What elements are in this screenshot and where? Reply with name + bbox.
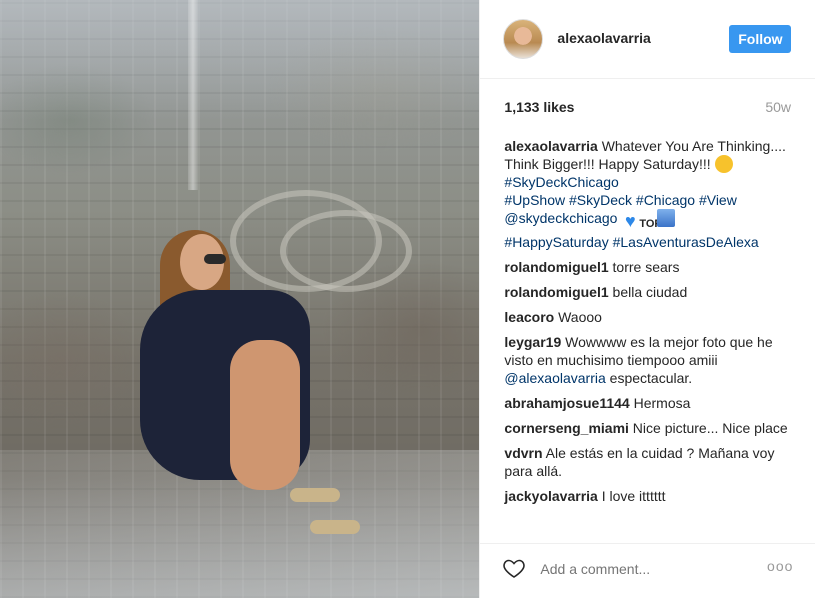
comment-text: Hermosa <box>633 395 691 411</box>
comment-item: rolandomiguel1 torre sears <box>504 258 796 276</box>
comment-bar: ooo <box>480 543 815 599</box>
more-options-icon[interactable]: ooo <box>767 558 793 574</box>
photo-haze <box>0 0 480 120</box>
comment-text: Waooo <box>558 309 602 325</box>
sandal <box>290 488 340 502</box>
person-legs <box>230 340 300 490</box>
comment-username[interactable]: rolandomiguel1 <box>504 259 608 275</box>
comment-username[interactable]: cornerseng_miami <box>504 420 629 436</box>
comment-text: Ale estás en la cuidad ? Mañana voy para… <box>504 445 775 479</box>
top-arrow-emoji-icon: TOP <box>639 218 662 230</box>
comment-item: jackyolavarria I love itttttt <box>504 487 796 505</box>
comment-username[interactable]: vdvrn <box>504 445 542 461</box>
post-username[interactable]: alexaolavarria <box>557 30 650 46</box>
blue-heart-emoji-icon: ♥ <box>625 211 636 231</box>
likes-count[interactable]: 1,133 likes <box>504 99 574 115</box>
post-header: alexaolavarria Follow <box>480 0 815 79</box>
post-sidebar: alexaolavarria Follow 1,133 likes 50w al… <box>479 0 815 598</box>
comment-item: leacoro Waooo <box>504 308 796 326</box>
caption-hashtags[interactable]: #HappySaturday #LasAventurasDeAlexa <box>504 234 758 250</box>
comment-item: cornerseng_miami Nice picture... Nice pl… <box>504 419 796 437</box>
cityscape-emoji-icon <box>657 209 676 227</box>
comment-item: abrahamjosue1144 Hermosa <box>504 394 796 412</box>
glass-edge <box>188 0 198 190</box>
add-comment-input[interactable] <box>538 558 763 580</box>
caption-username[interactable]: alexaolavarria <box>504 138 597 154</box>
comment-username[interactable]: jackyolavarria <box>504 488 597 504</box>
heart-outline-icon[interactable] <box>502 556 526 580</box>
comment-mention[interactable]: @alexaolavarria <box>504 370 605 386</box>
comment-username[interactable]: leacoro <box>504 309 554 325</box>
comments-list: alexaolavarria Whatever You Are Thinking… <box>504 137 796 512</box>
comment-item: vdvrn Ale estás en la cuidad ? Mañana vo… <box>504 444 796 480</box>
comment-text-after: espectacular. <box>609 370 693 386</box>
comment-username[interactable]: abrahamjosue1144 <box>504 395 629 411</box>
comment-text: torre sears <box>612 259 680 275</box>
sandal <box>310 520 360 534</box>
comment-item: leygar19 Wowwww es la mejor foto que he … <box>504 333 796 387</box>
avatar[interactable] <box>503 19 544 59</box>
caption-hashtag[interactable]: #SkyDeckChicago <box>504 174 618 190</box>
instagram-post: alexaolavarria Follow 1,133 likes 50w al… <box>0 0 815 598</box>
caption: alexaolavarria Whatever You Are Thinking… <box>504 137 796 251</box>
person-figure <box>140 220 360 560</box>
comment-item: rolandomiguel1 bella ciudad <box>504 283 796 301</box>
post-photo[interactable] <box>0 0 480 598</box>
upside-down-face-emoji-icon <box>714 155 733 173</box>
comment-text: I love itttttt <box>601 488 666 504</box>
comment-text: Nice picture... Nice place <box>632 420 788 436</box>
comment-username[interactable]: rolandomiguel1 <box>504 284 608 300</box>
comment-username[interactable]: leygar19 <box>504 334 561 350</box>
comment-text: bella ciudad <box>612 284 688 300</box>
follow-button[interactable]: Follow <box>729 25 792 53</box>
sunglasses <box>204 254 226 264</box>
post-age[interactable]: 50w <box>765 99 791 115</box>
